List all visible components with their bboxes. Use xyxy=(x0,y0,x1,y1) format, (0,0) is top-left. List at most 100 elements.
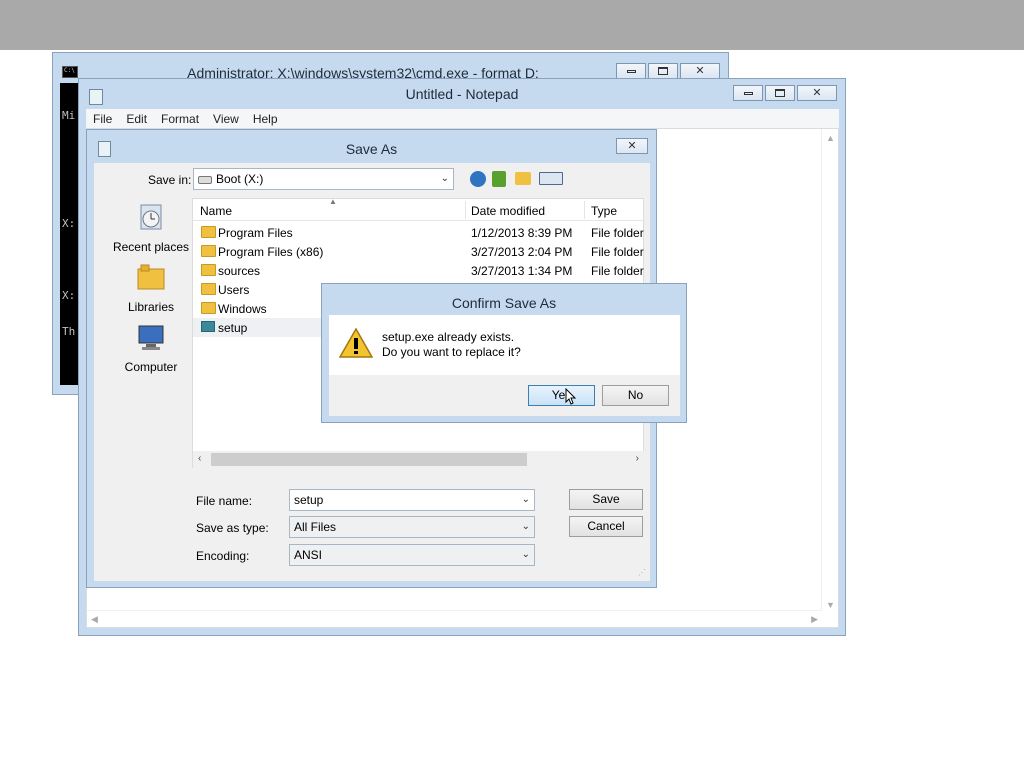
notepad-minimize-button[interactable] xyxy=(733,85,763,101)
folder-icon xyxy=(201,226,216,238)
scroll-down-icon[interactable]: ▼ xyxy=(826,600,835,610)
file-name: Users xyxy=(218,283,250,297)
place-label: Recent places xyxy=(112,240,190,254)
file-name: sources xyxy=(218,264,261,278)
column-type[interactable]: Type xyxy=(591,204,617,218)
chevron-down-icon: ⌄ xyxy=(440,173,449,184)
cancel-button[interactable]: Cancel xyxy=(569,516,643,537)
close-icon: ✕ xyxy=(695,64,705,77)
place-recent[interactable]: Recent places xyxy=(101,203,201,254)
file-name-label: File name: xyxy=(196,494,253,508)
file-name: Windows xyxy=(218,302,267,316)
confirm-save-as-dialog[interactable]: Confirm Save As setup.exe already exists… xyxy=(321,283,687,423)
save-button[interactable]: Save xyxy=(569,489,643,510)
notepad-maximize-button[interactable] xyxy=(765,85,795,101)
confirm-titlebar[interactable]: Confirm Save As xyxy=(322,284,686,314)
menu-file[interactable]: File xyxy=(93,112,112,126)
top-gray-bar xyxy=(0,0,1024,50)
scroll-up-icon[interactable]: ▲ xyxy=(826,133,835,143)
confirm-title: Confirm Save As xyxy=(451,295,557,311)
folder-icon xyxy=(201,302,216,314)
menu-help[interactable]: Help xyxy=(253,112,278,126)
notepad-vertical-scrollbar[interactable]: ▲ ▼ xyxy=(821,129,838,612)
file-row[interactable]: Program Files 1/12/2013 8:39 PM File fol… xyxy=(193,223,645,242)
save-as-type-dropdown[interactable]: All Files ⌄ xyxy=(289,516,535,538)
file-type: File folder xyxy=(591,245,644,259)
menu-format[interactable]: Format xyxy=(161,112,199,126)
minimize-icon xyxy=(743,91,753,95)
place-libraries[interactable]: Libraries xyxy=(101,263,201,314)
save-as-title: Save As xyxy=(345,141,398,157)
encoding-dropdown[interactable]: ANSI ⌄ xyxy=(289,544,535,566)
computer-icon xyxy=(138,325,164,350)
yes-button[interactable]: Yes xyxy=(528,385,595,406)
notepad-title: Untitled - Notepad xyxy=(405,86,519,102)
cmd-maximize-button[interactable] xyxy=(648,63,678,79)
file-date: 3/27/2013 1:34 PM xyxy=(471,264,573,278)
scroll-right-icon[interactable]: › xyxy=(636,453,639,464)
recent-places-icon xyxy=(140,204,162,230)
back-icon[interactable] xyxy=(470,171,486,187)
chevron-down-icon: ⌄ xyxy=(521,549,530,560)
maximize-icon xyxy=(658,67,668,75)
save-as-titlebar[interactable]: Save As ✕ xyxy=(87,130,656,160)
column-date[interactable]: Date modified xyxy=(471,204,545,218)
notepad-menubar: File Edit Format View Help xyxy=(86,109,839,128)
file-type: File folder xyxy=(591,226,644,240)
console-output[interactable]: Mi X: X: Th WA DR Pr Fo 5 xyxy=(60,83,80,385)
column-name[interactable]: Name xyxy=(200,204,232,218)
no-button[interactable]: No xyxy=(602,385,669,406)
file-name-input[interactable]: setup ⌄ xyxy=(289,489,535,511)
scrollbar-thumb[interactable] xyxy=(211,453,527,466)
sort-up-icon: ▲ xyxy=(329,197,337,206)
scroll-left-icon[interactable]: ◀ xyxy=(91,614,98,625)
new-folder-icon[interactable] xyxy=(515,172,531,185)
minimize-icon xyxy=(626,69,636,73)
folder-icon xyxy=(201,283,216,295)
drive-icon xyxy=(198,176,212,184)
cmd-minimize-button[interactable] xyxy=(616,63,646,79)
place-label: Libraries xyxy=(127,300,175,314)
confirm-message-line2: Do you want to replace it? xyxy=(382,345,521,359)
folder-icon xyxy=(201,264,216,276)
confirm-body: setup.exe already exists. Do you want to… xyxy=(329,315,680,416)
file-row[interactable]: sources 3/27/2013 1:34 PM File folder xyxy=(193,261,645,280)
file-name: setup xyxy=(218,321,248,335)
notepad-horizontal-scrollbar[interactable]: ◀ ▶ xyxy=(87,610,822,627)
file-list-horizontal-scrollbar[interactable]: ‹ › xyxy=(193,451,645,468)
menu-view[interactable]: View xyxy=(213,112,239,126)
encoding-label: Encoding: xyxy=(196,549,250,563)
folder-icon xyxy=(201,245,216,257)
notepad-titlebar[interactable]: Untitled - Notepad ✕ xyxy=(79,79,845,109)
close-icon: ✕ xyxy=(627,139,637,152)
save-as-close-button[interactable]: ✕ xyxy=(616,138,648,154)
scroll-right-icon[interactable]: ▶ xyxy=(811,614,818,625)
file-type: File folder xyxy=(591,264,644,278)
menu-edit[interactable]: Edit xyxy=(126,112,147,126)
encoding-value: ANSI xyxy=(294,548,323,562)
maximize-icon xyxy=(775,89,785,97)
file-row[interactable]: Program Files (x86) 3/27/2013 2:04 PM Fi… xyxy=(193,242,645,261)
cmd-close-button[interactable]: ✕ xyxy=(680,63,720,79)
mouse-pointer-icon xyxy=(565,388,577,405)
file-date: 3/27/2013 2:04 PM xyxy=(471,245,573,259)
libraries-icon xyxy=(137,264,165,290)
resize-grip-icon[interactable]: ⋰ xyxy=(638,568,646,577)
places-bar: Recent places Libraries Computer xyxy=(101,198,196,498)
place-computer[interactable]: Computer xyxy=(101,323,201,374)
file-name: Program Files xyxy=(218,226,293,240)
file-name-value: setup xyxy=(294,493,324,507)
chevron-down-icon: ⌄ xyxy=(521,494,530,505)
save-in-label: Save in: xyxy=(148,173,192,187)
file-name: Program Files (x86) xyxy=(218,245,324,259)
confirm-message-line1: setup.exe already exists. xyxy=(382,330,515,344)
save-in-dropdown[interactable]: Boot (X:) ⌄ xyxy=(193,168,454,190)
chevron-down-icon: ⌄ xyxy=(521,521,530,532)
scroll-left-icon[interactable]: ‹ xyxy=(198,453,201,464)
up-folder-icon[interactable] xyxy=(492,171,506,187)
close-icon: ✕ xyxy=(812,86,822,99)
warning-icon xyxy=(339,328,373,358)
view-menu-icon[interactable] xyxy=(539,172,563,185)
notepad-close-button[interactable]: ✕ xyxy=(797,85,837,101)
confirm-button-bar: Yes No xyxy=(329,375,680,416)
